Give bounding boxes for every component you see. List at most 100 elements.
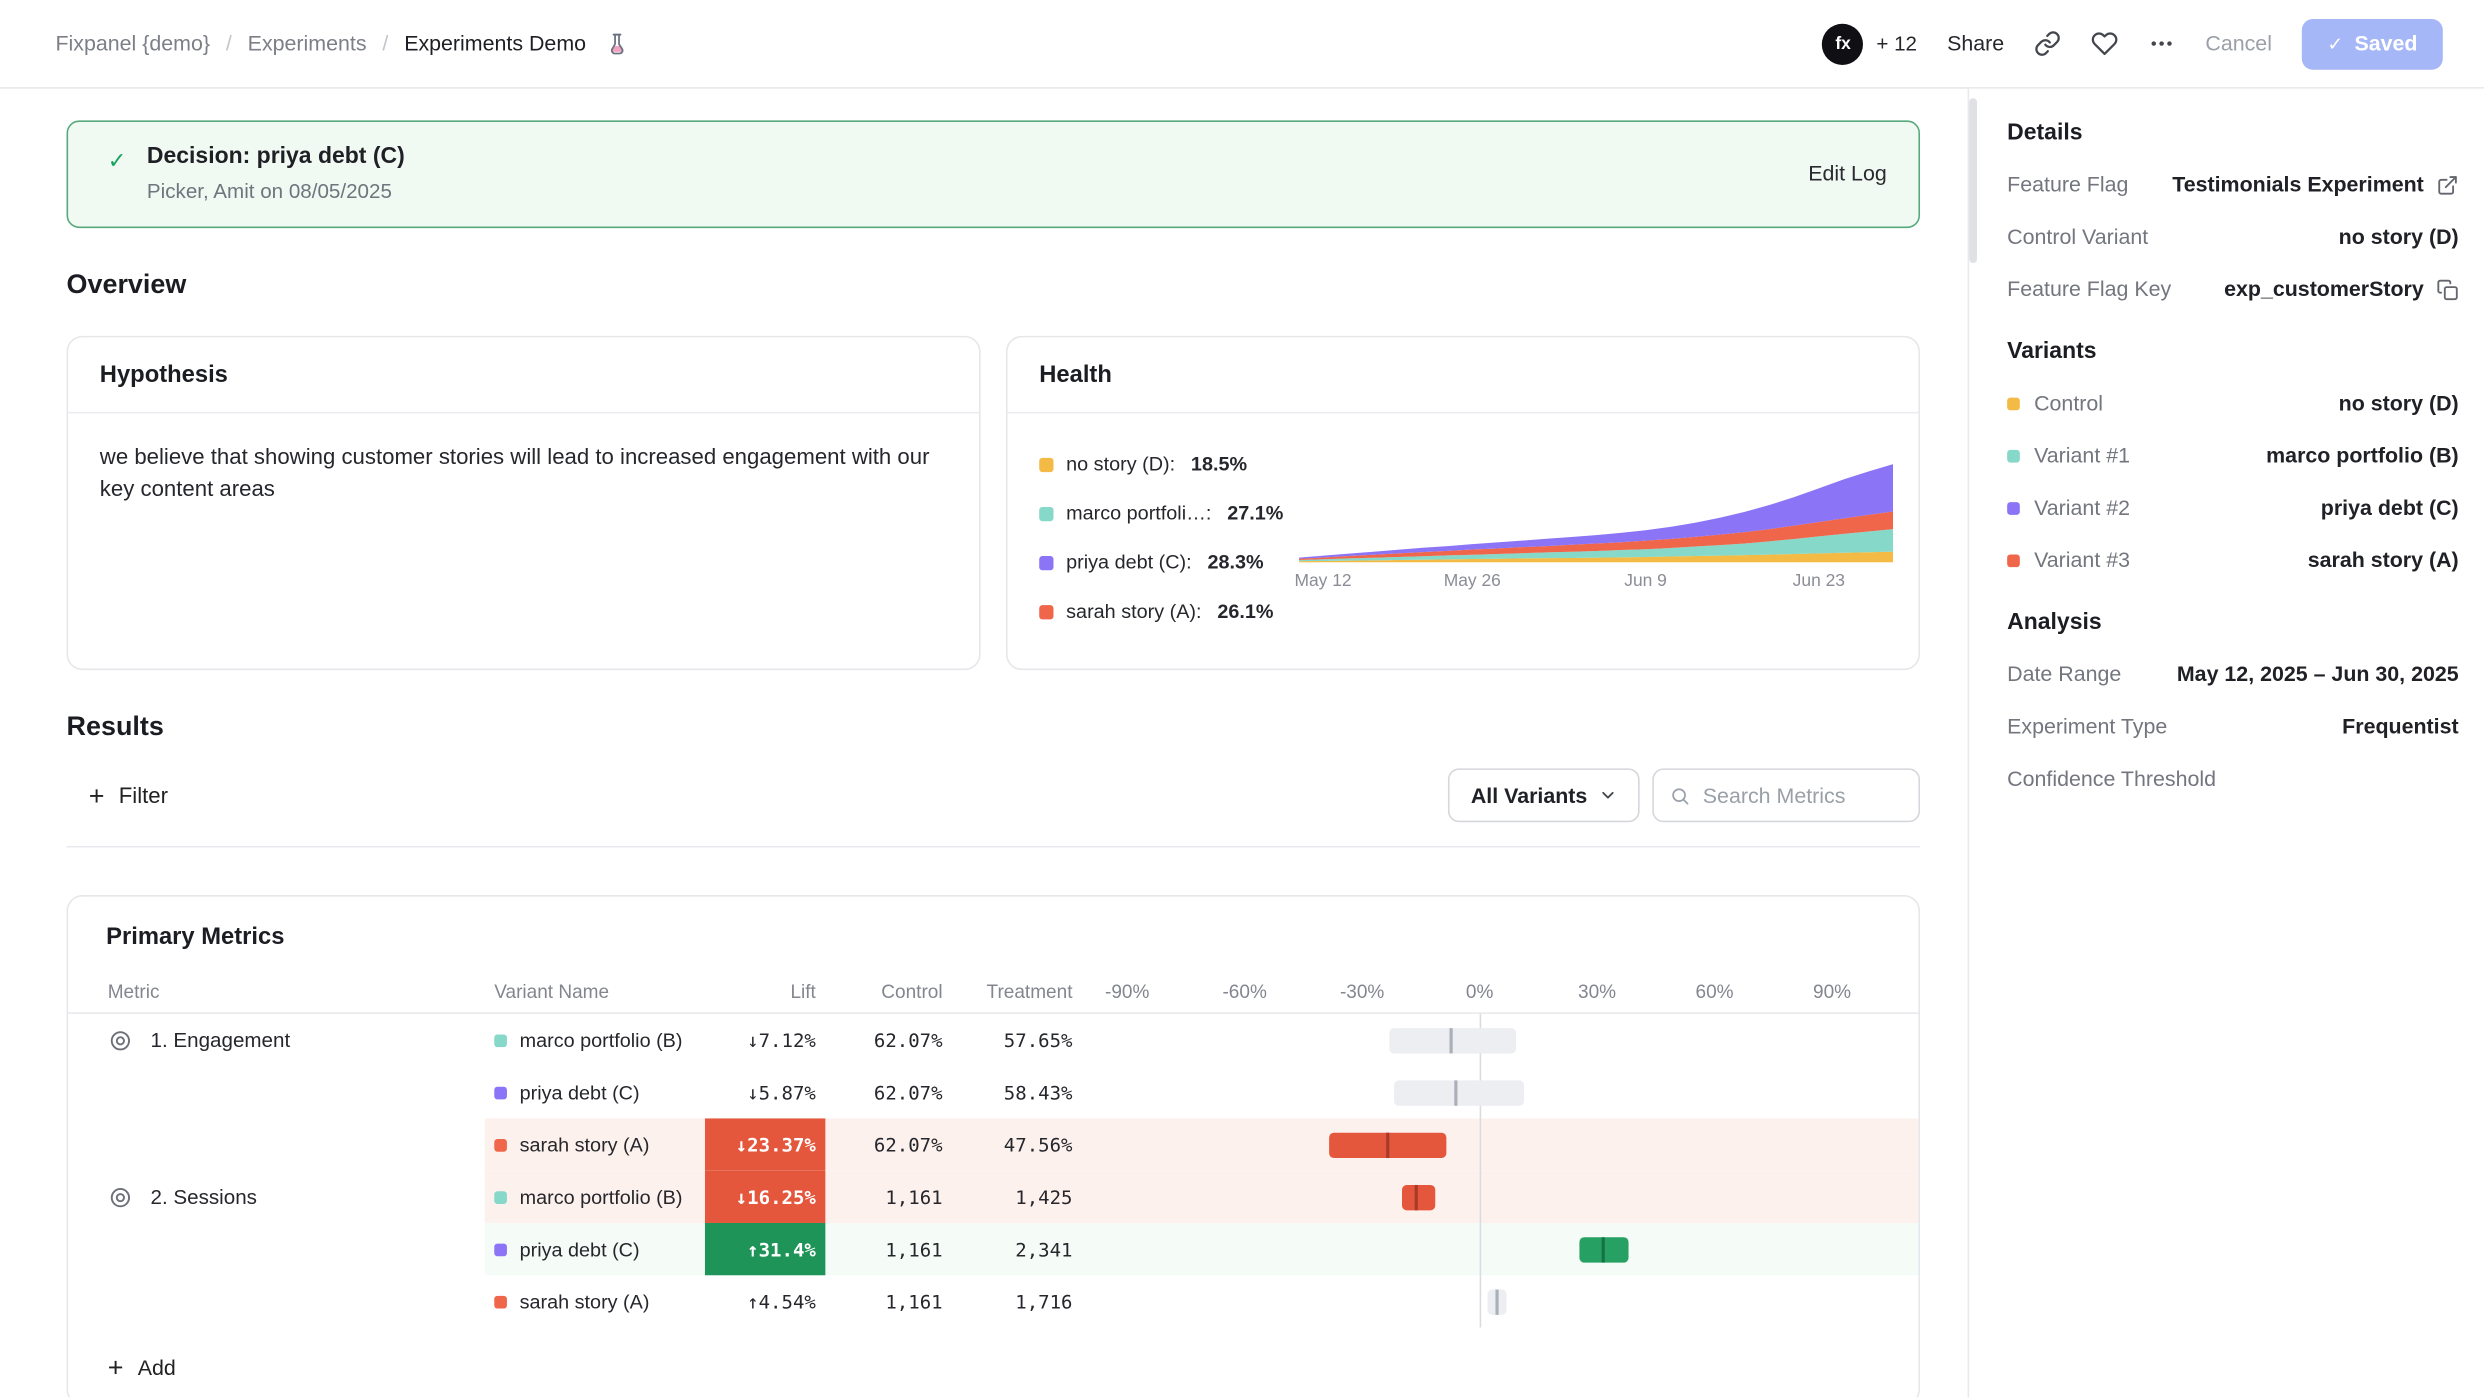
add-metric-button[interactable]: + Add — [68, 1328, 176, 1395]
variant-name: sarah story (A) — [520, 1133, 650, 1155]
variant-cell: sarah story (A) — [485, 1275, 705, 1327]
topbar-actions: fx + 12 Share Cancel ✓ Saved — [1822, 18, 2442, 69]
sidebar-row-value: May 12, 2025 – Jun 30, 2025 — [2177, 662, 2459, 686]
search-input[interactable] — [1703, 783, 1903, 807]
plus-icon: + — [108, 1354, 124, 1381]
legend-value: 18.5% — [1191, 453, 1247, 475]
scrollbar-thumb[interactable] — [1969, 98, 1977, 263]
col-header-control: Control — [825, 981, 949, 1003]
saved-button[interactable]: ✓ Saved — [2302, 18, 2443, 69]
variant-cell: marco portfolio (B) — [485, 1171, 705, 1223]
decision-text: Decision: priya debt (C) Picker, Amit on… — [147, 144, 405, 203]
topbar: Fixpanel {demo}/Experiments/Experiments … — [0, 0, 2484, 89]
variants-heading: Variants — [2007, 339, 2458, 364]
control-cell: 62.07% — [825, 1014, 949, 1066]
sidebar-row-value: Testimonials Experiment — [2172, 173, 2458, 197]
control-cell: 1,161 — [825, 1223, 949, 1275]
sidebar-row-label: Confidence Threshold — [2007, 767, 2216, 791]
filter-label: Filter — [119, 783, 168, 808]
lift-cell: ↑4.54% — [705, 1275, 825, 1327]
edit-log-button[interactable]: Edit Log — [1808, 162, 1886, 186]
treatment-cell: 58.43% — [949, 1066, 1076, 1118]
legend-name: sarah story (A): — [1066, 600, 1201, 622]
confidence-chart-cell — [1076, 1275, 1919, 1327]
hypothesis-title: Hypothesis — [68, 337, 979, 413]
add-label: Add — [138, 1356, 176, 1380]
metric-row[interactable]: 2. Sessions marco portfolio (B)↓16.25%1,1… — [68, 1171, 1918, 1223]
metric-row[interactable]: priya debt (C)↓5.87%62.07%58.43% — [68, 1066, 1918, 1118]
legend-swatch — [1039, 555, 1053, 569]
copy-link-icon[interactable] — [2034, 30, 2061, 57]
decision-check-icon: ✓ — [108, 147, 127, 174]
x-axis-label: May 26 — [1444, 572, 1501, 591]
treatment-cell: 2,341 — [949, 1223, 1076, 1275]
lift-point-marker — [1450, 1027, 1453, 1052]
metric-name: 2. Sessions — [150, 1185, 256, 1209]
confidence-chart-cell — [1076, 1223, 1919, 1275]
chevron-down-icon — [1598, 786, 1617, 805]
metric-cell — [68, 1223, 485, 1275]
col-header-variant: Variant Name — [485, 981, 705, 1003]
legend-swatch — [1039, 604, 1053, 618]
confidence-chart-cell — [1076, 1066, 1919, 1118]
breadcrumb-item[interactable]: Experiments Demo — [404, 32, 586, 56]
details-heading: Details — [2007, 120, 2458, 145]
legend-swatch — [1039, 506, 1053, 520]
sidebar-row-value: Frequentist — [2342, 714, 2458, 738]
lift-point-marker — [1387, 1132, 1390, 1157]
add-filter-button[interactable]: + Filter — [89, 782, 168, 809]
variant-swatch — [494, 1243, 507, 1256]
avatar[interactable]: fx — [1822, 23, 1863, 64]
metric-row[interactable]: sarah story (A)↓23.37%62.07%47.56% — [68, 1118, 1918, 1170]
favorite-heart-icon[interactable] — [2091, 30, 2118, 57]
analysis-section: Analysis Date RangeMay 12, 2025 – Jun 30… — [2007, 610, 2458, 791]
lift-cell: ↓7.12% — [705, 1014, 825, 1066]
control-cell: 1,161 — [825, 1171, 949, 1223]
breadcrumb-item[interactable]: Fixpanel {demo} — [55, 32, 210, 56]
sidebar-row-value: exp_customerStory — [2224, 277, 2459, 301]
sidebar-row-value: sarah story (A) — [2308, 548, 2459, 572]
variants-section: Variants Controlno story (D)Variant #1ma… — [2007, 339, 2458, 572]
metric-row-values: priya debt (C)↑31.4%1,1612,341 — [485, 1223, 1919, 1275]
metric-row-values: sarah story (A)↑4.54%1,1611,716 — [485, 1275, 1919, 1327]
metric-row[interactable]: sarah story (A)↑4.54%1,1611,716 — [68, 1275, 1918, 1327]
col-header-treatment: Treatment — [949, 981, 1076, 1003]
treatment-cell: 1,716 — [949, 1275, 1076, 1327]
hypothesis-body: we believe that showing customer stories… — [68, 413, 979, 531]
details-sidebar: Details Feature FlagTestimonials Experim… — [1968, 89, 2484, 1398]
metric-row[interactable]: 1. Engagementmarco portfolio (B)↓7.12%62… — [68, 1014, 1918, 1066]
lift-cell: ↓23.37% — [705, 1118, 825, 1170]
variants-dropdown[interactable]: All Variants — [1449, 768, 1640, 822]
legend-item: sarah story (A):26.1% — [1039, 600, 1299, 622]
experiments-page: Fixpanel {demo}/Experiments/Experiments … — [0, 0, 2484, 1397]
more-options-icon[interactable] — [2148, 30, 2175, 57]
metric-cell — [68, 1118, 485, 1170]
external-link-icon[interactable] — [2436, 173, 2458, 195]
variant-name: priya debt (C) — [520, 1081, 640, 1103]
sidebar-row-label: Control Variant — [2007, 225, 2148, 249]
health-chart-x-labels: May 12May 26Jun 9Jun 23 — [1299, 572, 1893, 597]
variant-swatch — [494, 1034, 507, 1047]
overview-cards: Hypothesis we believe that showing custo… — [67, 336, 1920, 670]
x-axis-label: Jun 9 — [1624, 572, 1667, 591]
legend-name: priya debt (C): — [1066, 551, 1191, 573]
sidebar-row: Variant #3sarah story (A) — [2007, 548, 2458, 572]
variant-swatch — [2007, 397, 2020, 410]
metric-row[interactable]: priya debt (C)↑31.4%1,1612,341 — [68, 1223, 1918, 1275]
axis-tick-label: -60% — [1222, 981, 1266, 1003]
sidebar-row-value: priya debt (C) — [2321, 496, 2459, 520]
variant-cell: sarah story (A) — [485, 1118, 705, 1170]
cancel-button[interactable]: Cancel — [2205, 32, 2272, 56]
breadcrumb-item[interactable]: Experiments — [248, 32, 367, 56]
collaborators-count[interactable]: + 12 — [1876, 32, 1917, 56]
metric-row-values: marco portfolio (B)↓16.25%1,1611,425 — [485, 1171, 1919, 1223]
copy-icon[interactable] — [2436, 278, 2458, 300]
confidence-chart-cell — [1076, 1171, 1919, 1223]
share-button[interactable]: Share — [1947, 32, 2004, 56]
variant-swatch — [494, 1086, 507, 1099]
sidebar-row: Experiment TypeFrequentist — [2007, 714, 2458, 738]
test-tube-icon — [605, 32, 629, 56]
sidebar-row-value: no story (D) — [2339, 225, 2459, 249]
lift-point-marker — [1601, 1236, 1604, 1261]
metric-name: 1. Engagement — [150, 1028, 290, 1052]
